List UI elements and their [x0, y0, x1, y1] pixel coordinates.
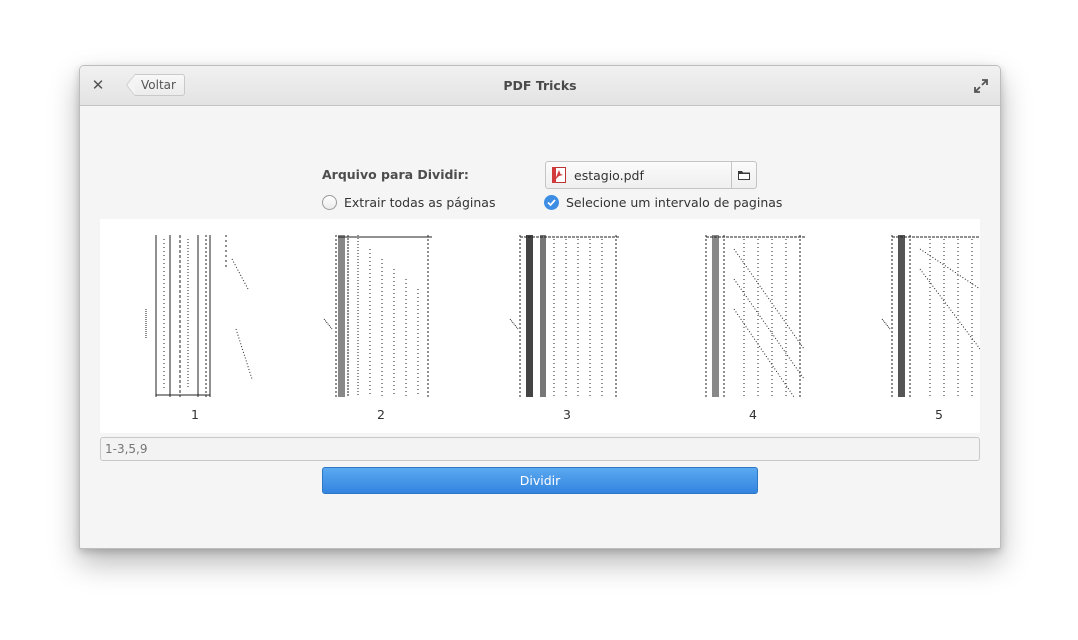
page-number-2: 2: [377, 407, 385, 422]
app-window: PDF Tricks ✕ Voltar Arquivo para Dividir…: [79, 65, 1001, 549]
close-icon[interactable]: ✕: [90, 77, 106, 93]
page-number-3: 3: [563, 407, 571, 422]
radio-select-range-label: Selecione um intervalo de paginas: [566, 195, 783, 210]
maximize-icon[interactable]: [973, 78, 989, 94]
page-thumbnail-1[interactable]: [136, 229, 254, 399]
page-thumbnail-3[interactable]: [508, 229, 626, 399]
back-arrow-icon: [126, 74, 135, 96]
file-label: Arquivo para Dividir:: [322, 167, 469, 182]
back-button[interactable]: Voltar: [126, 74, 185, 96]
back-button-label: Voltar: [135, 74, 185, 96]
radio-select-range[interactable]: Selecione um intervalo de paginas: [544, 195, 782, 210]
radio-checked-icon[interactable]: [544, 195, 559, 210]
header-bar: PDF Tricks ✕ Voltar: [80, 66, 1000, 106]
page-thumbnail-4[interactable]: [694, 229, 812, 399]
page-number-4: 4: [749, 407, 757, 422]
file-name: estagio.pdf: [574, 167, 644, 183]
page-number-1: 1: [191, 407, 199, 422]
page-number-5: 5: [935, 407, 943, 422]
page-range-input[interactable]: [100, 437, 980, 461]
radio-extract-all-label: Extrair todas as páginas: [344, 195, 496, 210]
radio-unchecked-icon[interactable]: [322, 195, 337, 210]
page-thumbnail-5[interactable]: [880, 229, 980, 399]
pdf-file-icon: [552, 167, 566, 183]
window-title: PDF Tricks: [503, 78, 577, 93]
radio-extract-all[interactable]: Extrair todas as páginas: [322, 195, 495, 210]
folder-icon: [738, 171, 750, 180]
file-chooser-button[interactable]: estagio.pdf: [545, 161, 757, 189]
page-thumbnail-2[interactable]: [322, 229, 440, 399]
page-thumbnail-strip[interactable]: 1 2 3 4 5: [100, 219, 980, 433]
divide-button[interactable]: Dividir: [322, 467, 758, 494]
open-folder-button[interactable]: [731, 162, 756, 188]
